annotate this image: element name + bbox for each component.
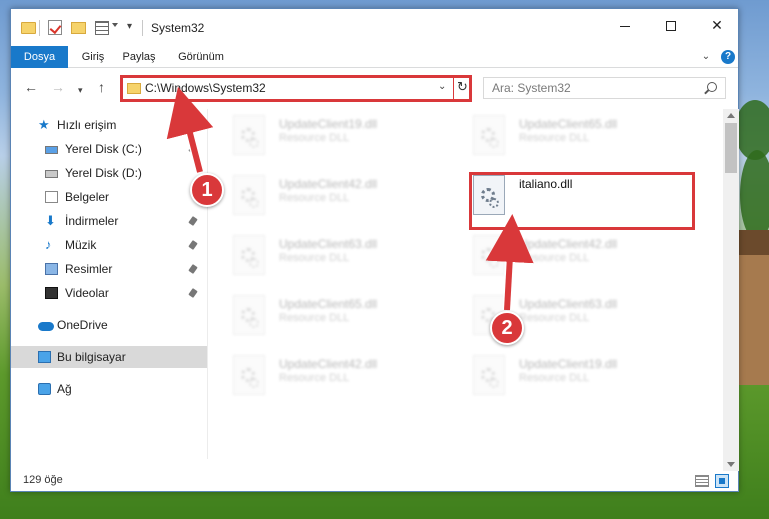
step-marker-1: 1 bbox=[190, 173, 224, 207]
arrow-1 bbox=[166, 86, 214, 173]
step-marker-2: 2 bbox=[490, 311, 524, 345]
arrow-2 bbox=[485, 214, 534, 311]
annotation-arrows bbox=[166, 86, 534, 311]
